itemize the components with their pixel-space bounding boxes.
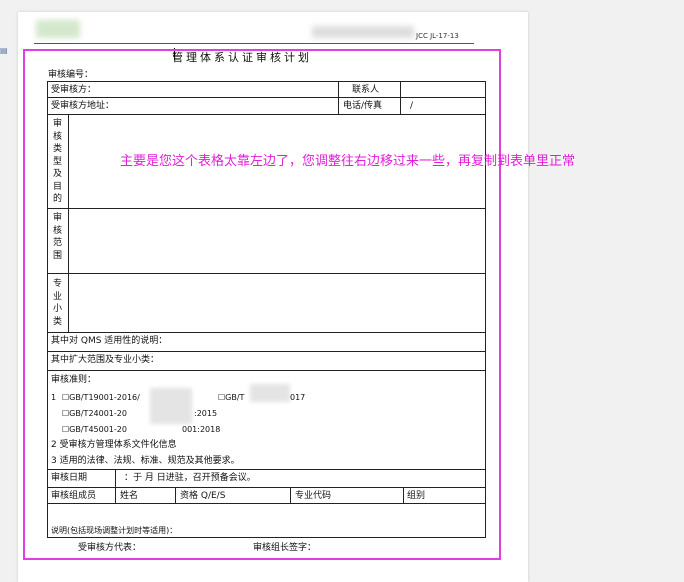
company-logo (36, 20, 80, 38)
header-rule (34, 43, 474, 44)
selection-highlight-box (23, 49, 501, 560)
header-company-name-redacted (312, 26, 414, 38)
document-code: JCC JL-17-13 (416, 32, 459, 40)
annotation-note: 主要是您这个表格太靠左边了，您调整往右边移过来一些，再复制到表单里正常 (120, 154, 576, 169)
paste-options-icon[interactable]: ▤ (0, 46, 10, 56)
